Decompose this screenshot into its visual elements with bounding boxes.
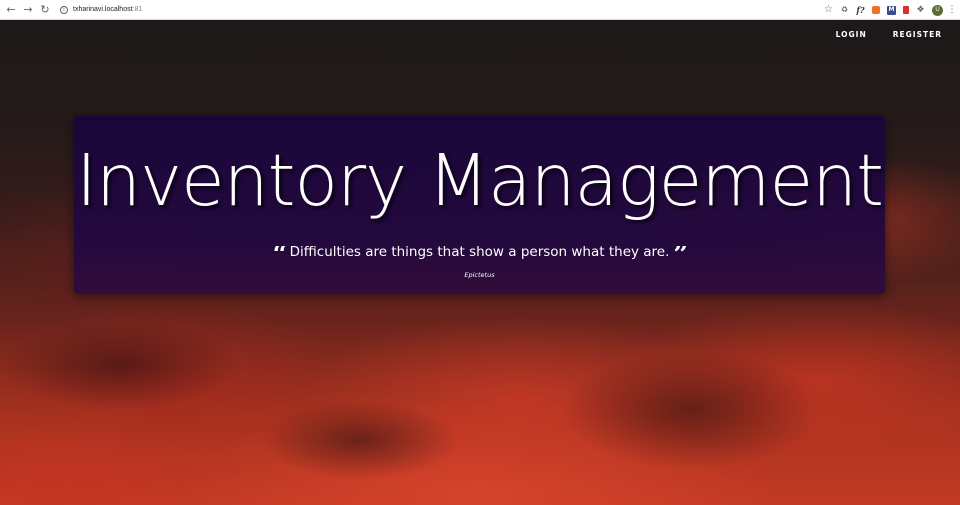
star-icon[interactable]: ☆ [824, 5, 833, 15]
address-bar[interactable]: i txharinavi.localhost:81 [60, 2, 142, 18]
open-quote-icon: “ [272, 246, 286, 264]
cloud-shadow [560, 350, 820, 470]
fx-icon[interactable]: f? [856, 6, 865, 15]
fox-icon[interactable] [872, 6, 880, 14]
cloud-shadow [260, 400, 460, 480]
register-link[interactable]: REGISTER [893, 30, 942, 39]
cloud-shadow [0, 320, 240, 410]
forward-icon[interactable]: → [21, 3, 35, 17]
avatar[interactable]: U [932, 4, 943, 16]
login-link[interactable]: LOGIN [836, 30, 867, 39]
m-icon[interactable]: M [887, 5, 896, 15]
url-text[interactable]: txharinavi.localhost:81 [73, 6, 142, 13]
page-title: Inventory Management [76, 139, 884, 222]
menu-icon[interactable]: ⋮ [948, 5, 957, 15]
recycle-icon[interactable]: ♻ [840, 6, 849, 15]
extensions-bar: ☆ ♻ f? M ❖ U ⋮ [824, 2, 957, 18]
lock-icon[interactable] [903, 6, 909, 14]
top-nav: LOGIN REGISTER [836, 30, 942, 39]
url-port: :81 [132, 6, 143, 13]
puzzle-icon[interactable]: ❖ [916, 5, 925, 15]
hero-card: Inventory Management “ Difficulties are … [74, 116, 885, 294]
back-icon[interactable]: ← [4, 3, 18, 17]
quote-author: Epictetus [464, 271, 495, 279]
browser-toolbar: ← → ↻ i txharinavi.localhost:81 ☆ ♻ f? M… [0, 0, 960, 20]
url-host: txharinavi.localhost [73, 6, 133, 13]
info-icon[interactable]: i [60, 5, 68, 14]
quote: “ Difficulties are things that show a pe… [74, 243, 885, 264]
quote-text: Difficulties are things that show a pers… [289, 244, 670, 260]
page-background: LOGIN REGISTER Inventory Management “ Di… [0, 20, 960, 505]
close-quote-icon: ” [673, 246, 687, 264]
reload-icon[interactable]: ↻ [38, 3, 52, 17]
